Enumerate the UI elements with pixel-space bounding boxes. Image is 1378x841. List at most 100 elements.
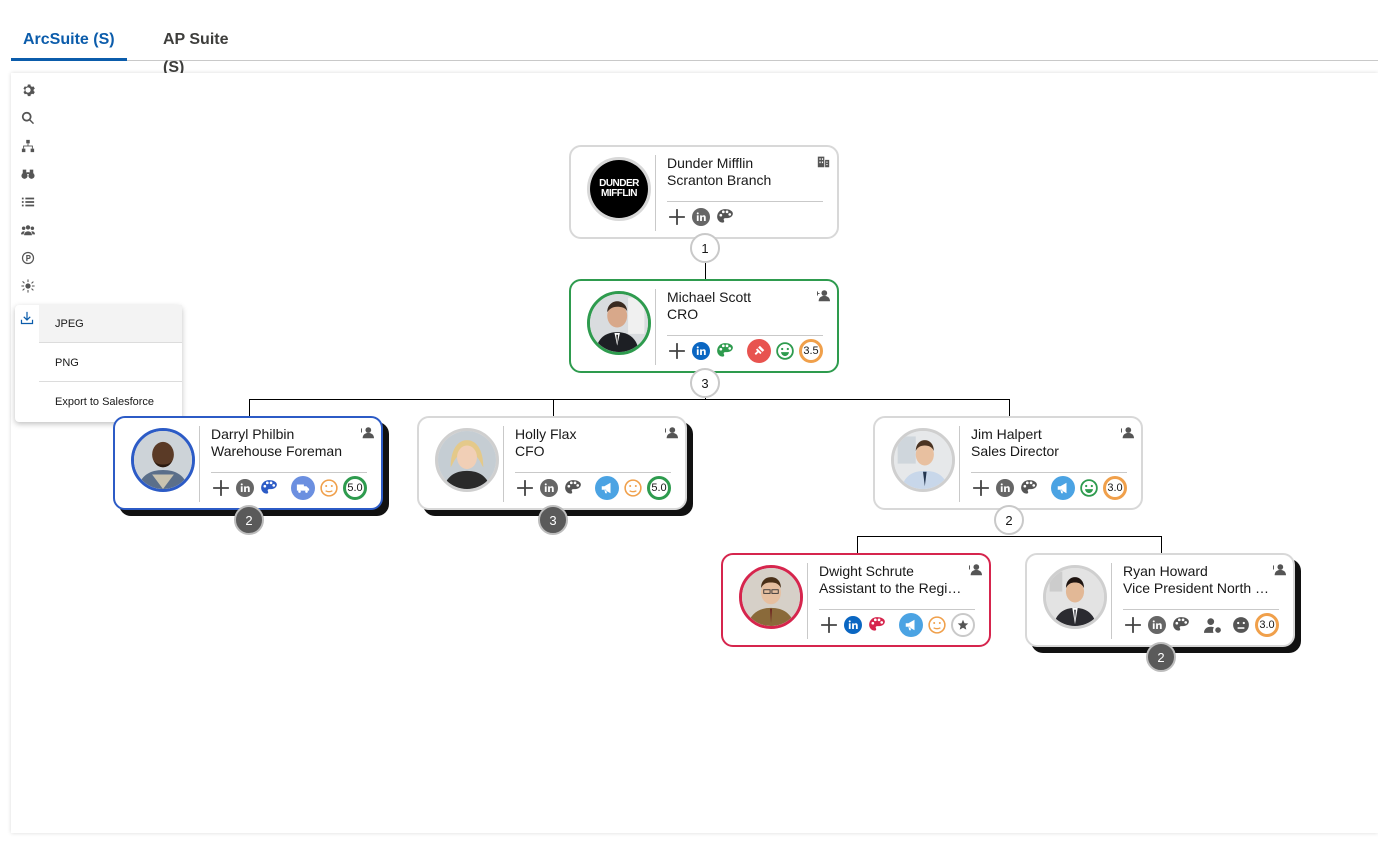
megaphone-icon[interactable]	[899, 613, 923, 637]
org-card-dwight-schrute[interactable]: Dwight Schrute Assistant to the Regional…	[721, 553, 991, 647]
palette-icon[interactable]	[715, 207, 735, 227]
child-count-badge[interactable]: 2	[994, 505, 1024, 535]
user-add-icon[interactable]	[969, 563, 983, 577]
add-icon[interactable]	[667, 341, 687, 361]
child-count-badge[interactable]: 2	[1146, 642, 1176, 672]
linkedin-icon[interactable]	[995, 478, 1015, 498]
star-icon[interactable]	[951, 613, 975, 637]
export-jpeg-option[interactable]: JPEG	[39, 305, 182, 343]
happy-face-icon[interactable]	[775, 341, 795, 361]
tab-arcsuite[interactable]: ArcSuite (S)	[11, 26, 127, 61]
linkedin-icon[interactable]	[235, 478, 255, 498]
megaphone-icon[interactable]	[1051, 476, 1075, 500]
card-title: Scranton Branch	[667, 172, 772, 188]
add-icon[interactable]	[667, 207, 687, 227]
card-divider	[1111, 563, 1112, 639]
card-name: Dwight Schrute	[819, 563, 914, 579]
child-count-badge[interactable]: 3	[690, 368, 720, 398]
add-icon[interactable]	[211, 478, 231, 498]
linkedin-icon[interactable]	[539, 478, 559, 498]
palette-icon[interactable]	[1171, 615, 1191, 635]
org-chart-canvas: JPEG PNG Export to Salesforce DUNDER MIFF…	[11, 73, 1378, 833]
avatar	[587, 291, 651, 355]
card-actions	[667, 207, 837, 231]
add-icon[interactable]	[1123, 615, 1143, 635]
tab-ap-suite[interactable]: AP Suite (S)	[151, 26, 263, 76]
card-divider	[1123, 609, 1279, 610]
export-png-option[interactable]: PNG	[39, 344, 182, 382]
gavel-icon[interactable]	[747, 339, 771, 363]
card-title: CRO	[667, 306, 699, 322]
card-name: Darryl Philbin	[211, 426, 295, 442]
hierarchy-icon[interactable]	[19, 137, 37, 155]
neutral-face-icon[interactable]	[623, 478, 643, 498]
user-settings-icon[interactable]	[1203, 615, 1223, 635]
rating-badge: 3.0	[1255, 613, 1279, 637]
palette-icon[interactable]	[715, 341, 735, 361]
list-icon[interactable]	[19, 193, 37, 211]
tab-bar: ArcSuite (S) AP Suite (S)	[11, 26, 1378, 76]
child-count-badge[interactable]: 2	[234, 505, 264, 535]
org-card-darryl-philbin[interactable]: Darryl Philbin Warehouse Foreman 5.0	[113, 416, 383, 510]
neutral-face-icon[interactable]	[319, 478, 339, 498]
linkedin-icon[interactable]	[691, 207, 711, 227]
connector	[553, 399, 554, 416]
linkedin-icon[interactable]	[691, 341, 711, 361]
megaphone-icon[interactable]	[595, 476, 619, 500]
org-card-holly-flax[interactable]: Holly Flax CFO 5.0	[417, 416, 687, 510]
palette-icon[interactable]	[867, 615, 887, 635]
linkedin-icon[interactable]	[843, 615, 863, 635]
child-count-badge[interactable]: 3	[538, 505, 568, 535]
user-add-icon[interactable]	[815, 289, 831, 303]
palette-icon[interactable]	[1019, 478, 1039, 498]
avatar	[1043, 565, 1107, 629]
connector	[249, 399, 250, 416]
user-add-icon[interactable]	[1273, 563, 1287, 577]
avatar	[131, 428, 195, 492]
p-circle-icon[interactable]	[19, 249, 37, 267]
card-actions: 5.0	[211, 476, 381, 502]
add-icon[interactable]	[819, 615, 839, 635]
truck-icon[interactable]	[291, 476, 315, 500]
card-title: Warehouse Foreman	[211, 443, 342, 459]
avatar	[739, 565, 803, 629]
card-actions	[819, 613, 989, 639]
add-icon[interactable]	[971, 478, 991, 498]
card-divider	[503, 426, 504, 502]
palette-icon[interactable]	[259, 478, 279, 498]
sad-face-icon[interactable]	[1231, 615, 1251, 635]
rating-badge: 5.0	[343, 476, 367, 500]
card-title: Assistant to the Regional Manager	[819, 580, 969, 596]
connector	[857, 536, 858, 553]
org-card-ryan-howard[interactable]: Ryan Howard Vice President North East 3.…	[1025, 553, 1295, 647]
card-actions: 5.0	[515, 476, 685, 502]
add-icon[interactable]	[515, 478, 535, 498]
org-card-jim-halpert[interactable]: Jim Halpert Sales Director 3.0	[873, 416, 1143, 510]
user-add-icon[interactable]	[665, 426, 679, 440]
card-divider	[199, 426, 200, 502]
card-divider	[655, 155, 656, 231]
card-divider	[807, 563, 808, 639]
card-name: Holly Flax	[515, 426, 577, 442]
user-add-icon[interactable]	[361, 426, 375, 440]
neutral-face-icon[interactable]	[927, 615, 947, 635]
user-add-icon[interactable]	[1121, 426, 1135, 440]
happy-face-icon[interactable]	[1079, 478, 1099, 498]
search-icon[interactable]	[19, 109, 37, 127]
connector	[1009, 399, 1010, 416]
binoculars-icon[interactable]	[19, 165, 37, 183]
team-icon[interactable]	[19, 221, 37, 239]
card-divider	[667, 335, 823, 336]
card-divider	[515, 472, 671, 473]
connector	[249, 399, 1009, 400]
settings-icon[interactable]	[19, 81, 37, 99]
org-card-root[interactable]: DUNDER MIFFLIN Dunder Mifflin Scranton Br…	[569, 145, 839, 239]
company-logo: DUNDER MIFFLIN	[587, 157, 651, 221]
download-icon[interactable]	[20, 311, 36, 327]
card-name: Jim Halpert	[971, 426, 1042, 442]
org-card-michael-scott[interactable]: Michael Scott CRO 3.5	[569, 279, 839, 373]
linkedin-icon[interactable]	[1147, 615, 1167, 635]
child-count-badge[interactable]: 1	[690, 233, 720, 263]
palette-icon[interactable]	[563, 478, 583, 498]
sun-icon[interactable]	[19, 277, 37, 295]
